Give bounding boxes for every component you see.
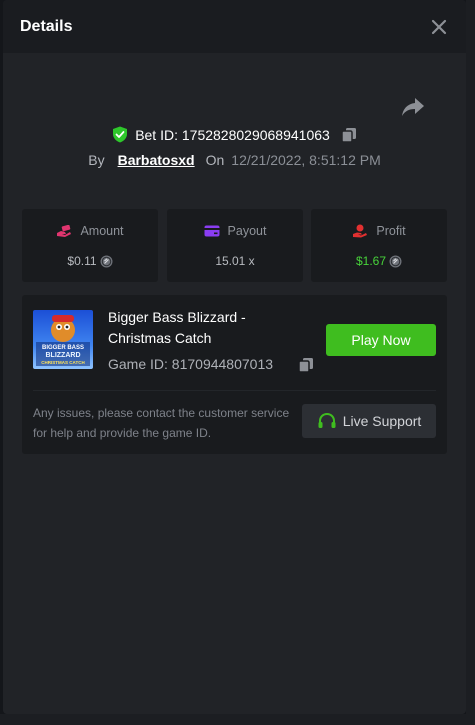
support-notice: Any issues, please contact the customer … [33, 406, 290, 440]
headset-icon [318, 412, 336, 428]
bet-id: Bet ID: 1752828029068941063 [135, 126, 330, 143]
share-button[interactable] [401, 96, 425, 118]
play-now-button[interactable]: Play Now [326, 324, 436, 356]
payout-label: Payout [227, 224, 267, 238]
background-bottom-edge [0, 714, 475, 725]
game-thumbnail[interactable]: BIGGER BASS BLIZZARD CHRISTMAS CATCH [33, 310, 93, 369]
bet-author-row: By Barbatosxd On 12/21/2022, 8:51:12 PM [3, 152, 466, 168]
by-label: By [88, 152, 105, 168]
money-hand-icon [57, 224, 72, 237]
divider [33, 390, 436, 391]
amount-label: Amount [80, 224, 124, 238]
svg-text:BLIZZARD: BLIZZARD [46, 352, 81, 359]
coin-icon [100, 255, 113, 267]
coin-icon [389, 255, 402, 267]
stat-amount: Amount $0.11 [22, 209, 158, 282]
stat-payout: Payout 15.01 x [167, 209, 303, 282]
profit-label: Profit [376, 224, 406, 238]
live-support-label: Live Support [342, 413, 422, 429]
details-modal: Details Bet ID: 1752828029068941063 By B… [3, 0, 466, 714]
on-label: On [205, 152, 225, 168]
modal-title: Details [20, 17, 73, 35]
background-right-edge [466, 0, 475, 725]
payout-value: 15.01 x [215, 254, 255, 268]
bet-stats: Amount $0.11 Payout 15.01 x Profit $1.67 [22, 209, 447, 282]
amount-value: $0.11 [67, 254, 97, 268]
card-icon [204, 225, 220, 237]
bet-date: 12/21/2022, 8:51:12 PM [231, 152, 381, 168]
profit-hand-icon [353, 224, 368, 238]
stat-profit: Profit $1.67 [311, 209, 447, 282]
copy-icon[interactable] [298, 357, 314, 373]
username-link[interactable]: Barbatosxd [118, 152, 195, 168]
close-button[interactable] [430, 18, 448, 36]
live-support-button[interactable]: Live Support [302, 404, 436, 438]
game-name[interactable]: Bigger Bass Blizzard - Christmas Catch [108, 307, 298, 349]
share-icon [402, 98, 424, 116]
copy-icon[interactable] [341, 127, 357, 143]
svg-text:CHRISTMAS CATCH: CHRISTMAS CATCH [41, 360, 84, 365]
shield-check-icon [113, 126, 128, 143]
profit-value: $1.67 [355, 254, 387, 268]
modal-header: Details [3, 0, 466, 53]
bet-id-row: Bet ID: 1752828029068941063 [3, 126, 466, 143]
game-thumbnail-art: BIGGER BASS BLIZZARD CHRISTMAS CATCH [33, 310, 93, 369]
game-id: Game ID: 8170944807013 [108, 356, 274, 372]
svg-text:BIGGER BASS: BIGGER BASS [42, 345, 84, 351]
close-icon [431, 19, 447, 34]
game-card: BIGGER BASS BLIZZARD CHRISTMAS CATCH Big… [22, 295, 447, 454]
